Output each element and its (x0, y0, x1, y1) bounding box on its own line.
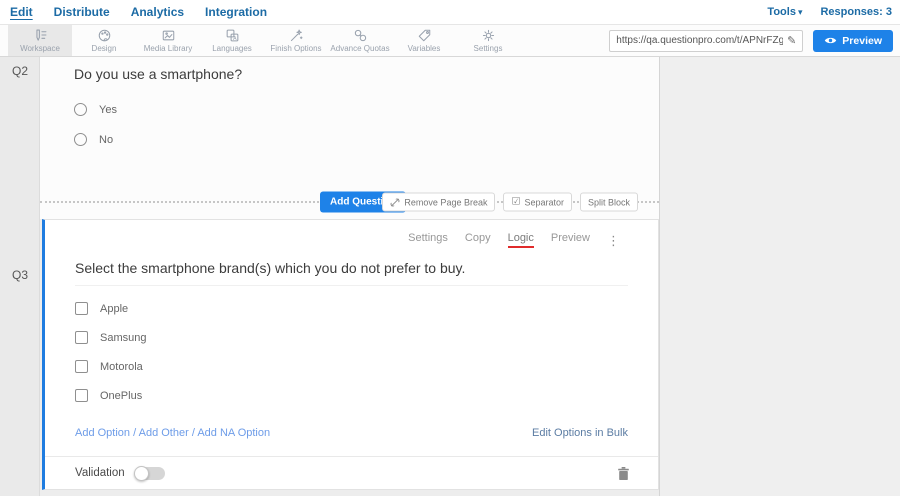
page-break-controls: Remove Page Break ☑ Separator Split Bloc… (382, 193, 638, 212)
split-block-label: Split Block (588, 197, 630, 207)
toolbar-item-label: Variables (408, 44, 441, 53)
top-nav-bar: Edit Distribute Analytics Integration To… (0, 0, 900, 25)
right-background-area (659, 57, 900, 496)
question-number-q2: Q2 (12, 64, 28, 78)
nav-item-distribute[interactable]: Distribute (53, 3, 111, 21)
eye-icon (824, 36, 837, 45)
add-other-link[interactable]: Add Other (139, 427, 189, 439)
toolbar-item-label: Media Library (144, 44, 192, 53)
nav-item-analytics[interactable]: Analytics (130, 3, 185, 21)
checkbox-option-samsung[interactable]: Samsung (75, 331, 658, 344)
preview-button[interactable]: Preview (813, 30, 893, 52)
action-preview[interactable]: Preview (551, 232, 590, 244)
validation-toggle[interactable] (135, 467, 165, 480)
add-na-option-link[interactable]: Add NA Option (197, 427, 270, 439)
workspace-main: Q2 Q3 Do you use a smartphone? Yes No Ad… (0, 57, 900, 496)
question-text-q2: Do you use a smartphone? (74, 66, 639, 82)
radio-button-icon[interactable] (74, 103, 87, 116)
option-label: No (99, 134, 113, 146)
toolbar-item-variables[interactable]: Variables (392, 25, 456, 56)
broken-link-icon (390, 197, 400, 207)
translate-icon: A (225, 28, 240, 43)
toolbar-item-languages[interactable]: A Languages (200, 25, 264, 56)
add-option-link[interactable]: Add Option (75, 427, 130, 439)
palette-icon (97, 28, 112, 43)
toolbar-item-finish-options[interactable]: Finish Options (264, 25, 328, 56)
checkbox-option-oneplus[interactable]: OnePlus (75, 389, 658, 402)
checkbox-option-motorola[interactable]: Motorola (75, 360, 658, 373)
gear-icon (481, 28, 496, 43)
option-links-row: Add Option / Add Other / Add NA Option E… (75, 427, 628, 439)
toolbar-item-design[interactable]: Design (72, 25, 136, 56)
checkbox-icon[interactable] (75, 331, 88, 344)
trash-icon[interactable] (617, 466, 630, 481)
toolbar-item-advance-quotas[interactable]: Advance Quotas (328, 25, 392, 56)
question-text-q3[interactable]: Select the smartphone brand(s) which you… (75, 260, 628, 286)
toggle-knob[interactable] (134, 466, 149, 481)
toolbar-item-label: Design (92, 44, 117, 53)
question-number-gutter: Q2 Q3 (0, 57, 40, 496)
toolbar-item-settings[interactable]: Settings (456, 25, 520, 56)
checkbox-option-apple[interactable]: Apple (75, 302, 658, 315)
option-label: Samsung (100, 332, 146, 344)
magic-wand-icon (289, 28, 304, 43)
question-number-q3: Q3 (12, 268, 28, 282)
pencil-icon[interactable]: ✎ (787, 34, 796, 47)
caret-down-icon: ▾ (798, 7, 803, 17)
insert-question-bar: Add Question Remove Page Break ☑ Separat… (40, 201, 659, 203)
edit-options-in-bulk-link[interactable]: Edit Options in Bulk (532, 427, 628, 439)
checkbox-icon[interactable] (75, 389, 88, 402)
nav-item-edit[interactable]: Edit (9, 3, 34, 21)
preview-button-label: Preview (842, 35, 882, 47)
tag-icon (417, 28, 432, 43)
question-footer: Validation (45, 456, 658, 489)
survey-url-box: ✎ (609, 30, 803, 52)
checkbox-options-list: Apple Samsung Motorola OnePlus (75, 302, 658, 418)
more-options-icon[interactable]: ⋮ (607, 234, 620, 247)
toolbar-item-label: Finish Options (270, 44, 321, 53)
add-option-links: Add Option / Add Other / Add NA Option (75, 427, 270, 439)
option-label: Apple (100, 303, 128, 315)
option-label: OnePlus (100, 390, 142, 402)
chain-links-icon (353, 28, 368, 43)
checked-box-icon: ☑ (511, 197, 520, 208)
split-block-button[interactable]: Split Block (580, 193, 638, 212)
separator-button[interactable]: ☑ Separator (503, 193, 572, 212)
toolbar-item-media-library[interactable]: Media Library (136, 25, 200, 56)
checkbox-icon[interactable] (75, 302, 88, 315)
svg-text:A: A (233, 36, 237, 42)
remove-page-break-button[interactable]: Remove Page Break (382, 193, 495, 212)
action-settings[interactable]: Settings (408, 232, 448, 244)
radio-button-icon[interactable] (74, 133, 87, 146)
option-label: Motorola (100, 361, 143, 373)
question-card-q2[interactable]: Do you use a smartphone? Yes No (40, 57, 659, 201)
action-copy[interactable]: Copy (465, 232, 491, 244)
questions-column: Do you use a smartphone? Yes No Add Ques… (40, 57, 659, 496)
image-icon (161, 28, 176, 43)
survey-url-input[interactable] (616, 35, 783, 46)
workspace-icon (33, 28, 48, 43)
option-label: Yes (99, 104, 117, 116)
toolbar-item-label: Workspace (20, 44, 60, 53)
checkbox-icon[interactable] (75, 360, 88, 373)
remove-page-break-label: Remove Page Break (404, 197, 487, 207)
radio-option-yes[interactable]: Yes (74, 103, 639, 116)
validation-label: Validation (75, 467, 125, 479)
toolbar-item-label: Settings (474, 44, 503, 53)
separator-label: Separator (524, 197, 564, 207)
action-logic-active[interactable]: Logic (508, 232, 534, 248)
tools-menu[interactable]: Tools▾ (767, 6, 802, 18)
edit-toolbar: Workspace Design Media Library A Languag… (0, 25, 900, 57)
toolbar-item-workspace[interactable]: Workspace (8, 25, 72, 56)
question-card-q3-selected: Settings Copy Logic Preview ⋮ Select the… (42, 219, 659, 490)
toolbar-item-label: Languages (212, 44, 252, 53)
question-actions-row: Settings Copy Logic Preview ⋮ (45, 232, 620, 248)
toolbar-item-label: Advance Quotas (330, 44, 389, 53)
responses-count-link[interactable]: Responses: 3 (820, 6, 892, 18)
nav-item-integration[interactable]: Integration (204, 3, 268, 21)
radio-option-no[interactable]: No (74, 133, 639, 146)
